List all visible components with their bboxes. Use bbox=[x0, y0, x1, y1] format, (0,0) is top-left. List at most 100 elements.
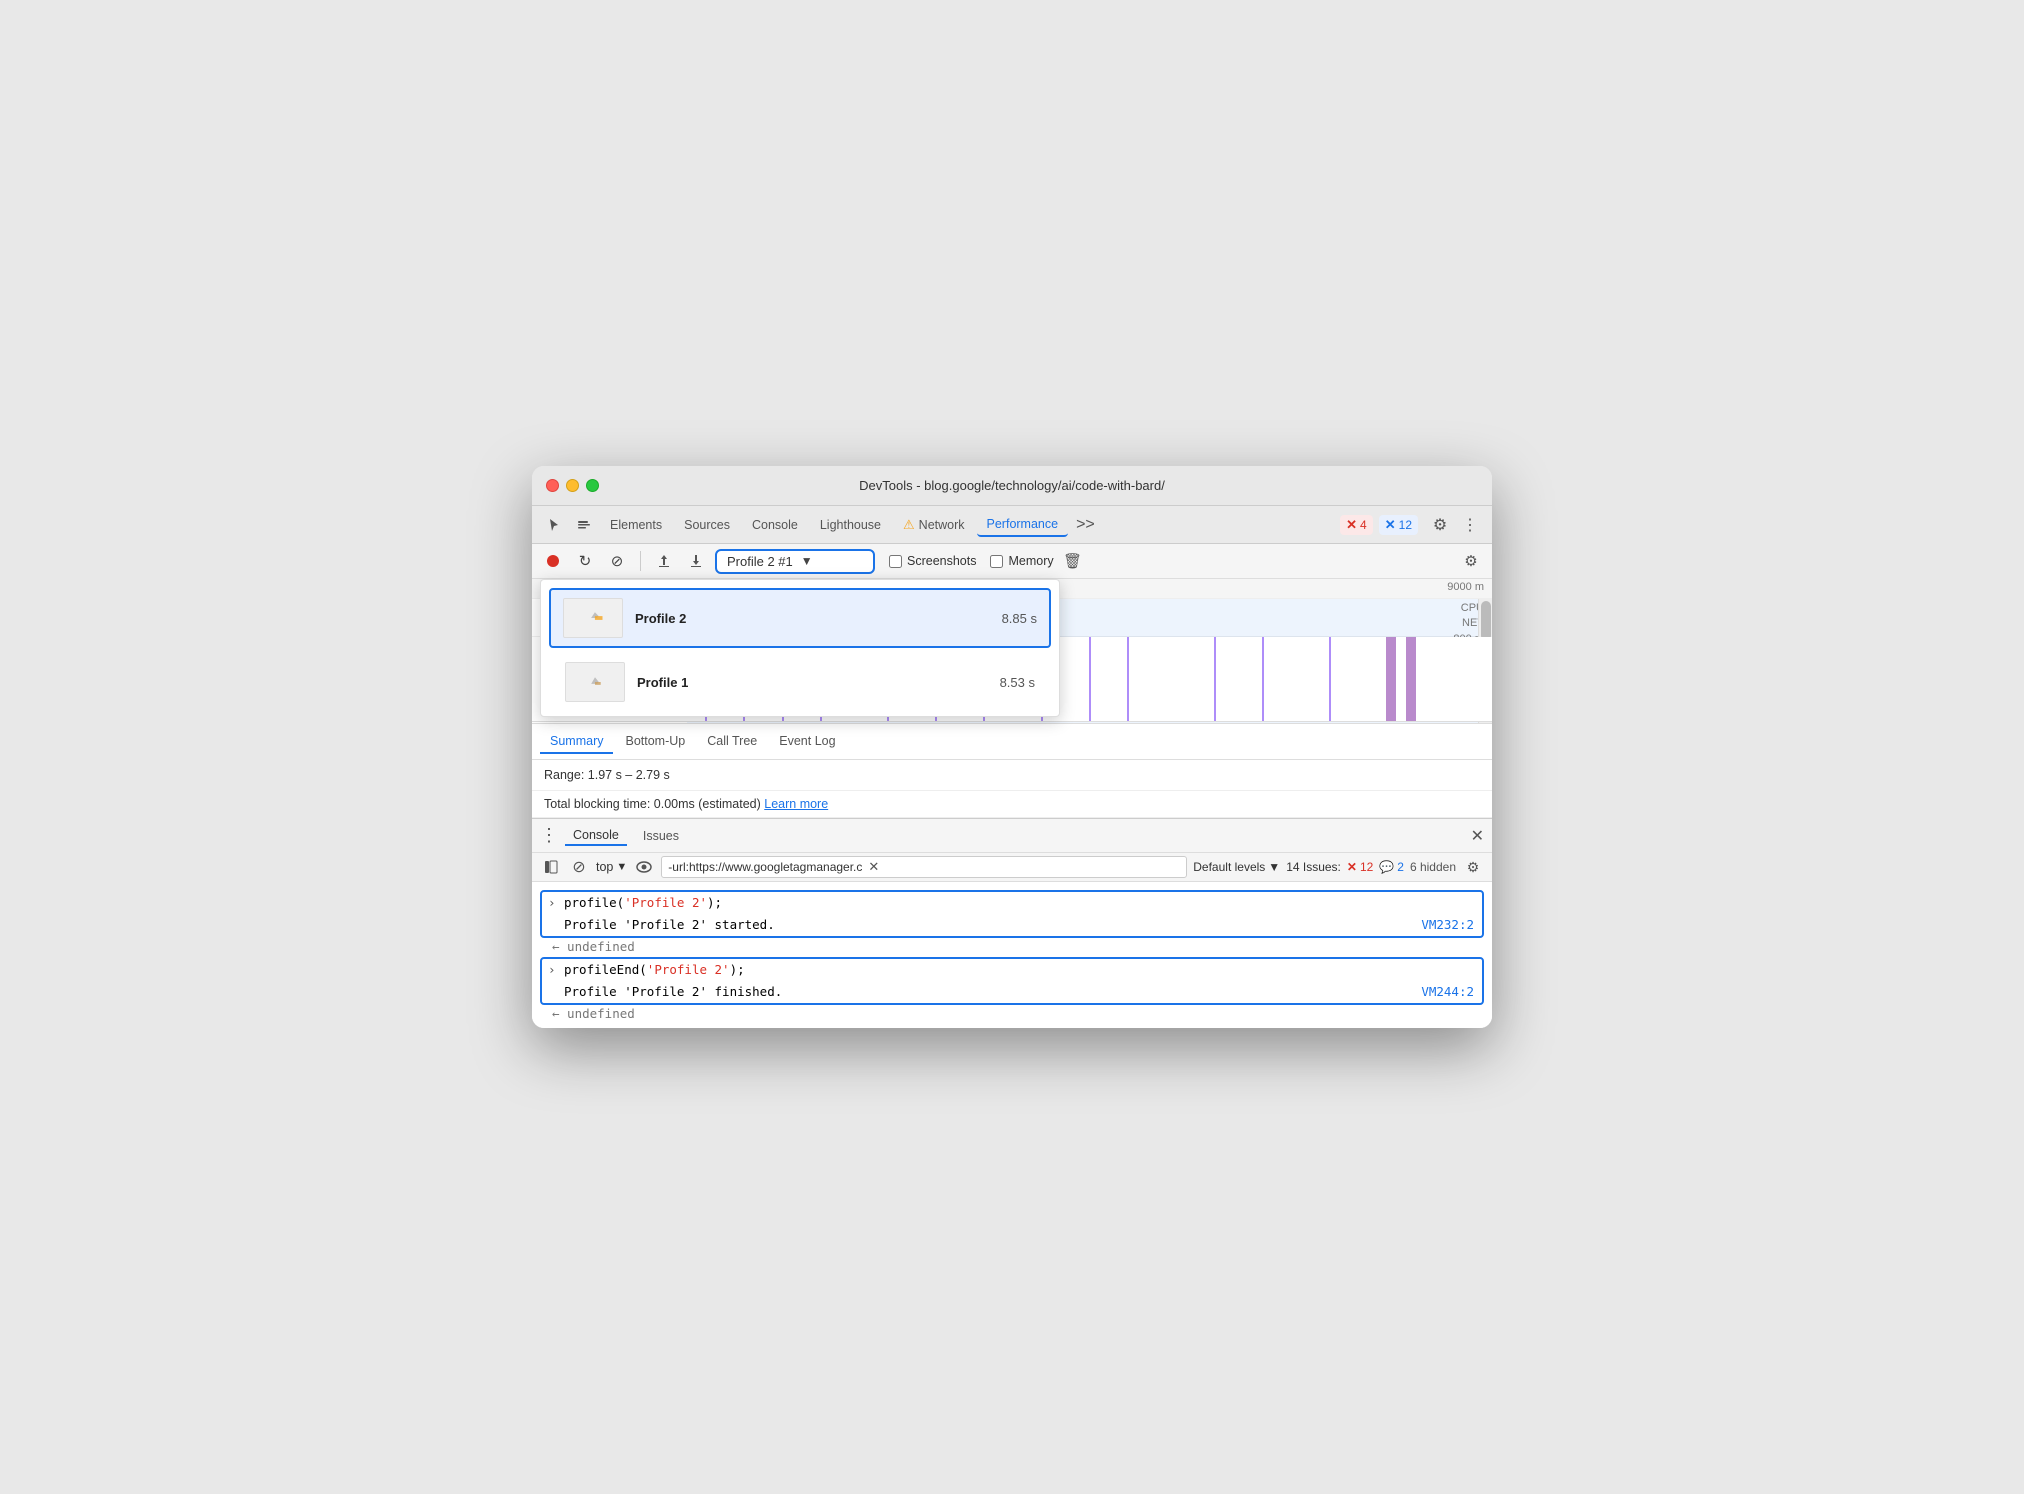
performance-toolbar-area: ↻ ⊘ Profile 2 #1 ▼ bbox=[532, 544, 1492, 579]
hidden-count: 6 hidden bbox=[1410, 860, 1456, 874]
vm244-link[interactable]: VM244:2 bbox=[1421, 982, 1474, 1002]
issues-count: 14 Issues: ✕ 12 💬 2 6 hidden bbox=[1286, 860, 1456, 874]
profile-dropdown[interactable]: Profile 2 #1 ▼ bbox=[715, 549, 875, 574]
more-options-icon[interactable]: ⋮ bbox=[1456, 511, 1484, 539]
blocking-time: Total blocking time: 0.00ms (estimated) … bbox=[532, 791, 1492, 818]
tab-lighthouse[interactable]: Lighthouse bbox=[810, 514, 891, 536]
range-info: Range: 1.97 s – 2.79 s bbox=[532, 760, 1492, 791]
record-button[interactable] bbox=[540, 548, 566, 574]
error-badge-red[interactable]: ✕ 4 bbox=[1340, 515, 1373, 535]
profile2-string-2: 'Profile 2' bbox=[647, 962, 730, 977]
console-line-1: › profile('Profile 2'); bbox=[542, 892, 1482, 914]
console-highlighted-block-2: › profileEnd('Profile 2'); Profile 'Prof… bbox=[540, 957, 1484, 1005]
console-clear-icon[interactable]: ⊘ bbox=[568, 856, 590, 878]
profile-option-1[interactable]: Profile 1 8.53 s bbox=[541, 652, 1059, 712]
bottom-up-tab[interactable]: Bottom-Up bbox=[615, 730, 695, 754]
summary-tab[interactable]: Summary bbox=[540, 730, 613, 754]
scrollbar-thumb[interactable] bbox=[1481, 601, 1491, 641]
console-undefined-1: ← undefined bbox=[532, 938, 1492, 955]
profile-1-name: Profile 1 bbox=[637, 675, 688, 690]
bottom-section: Summary Bottom-Up Call Tree Event Log Ra… bbox=[532, 724, 1492, 818]
error-icon-blue: ✕ bbox=[1385, 517, 1396, 533]
context-select[interactable]: top ▼ bbox=[596, 860, 627, 874]
profile-1-time: 8.53 s bbox=[1000, 675, 1035, 690]
error-icon-red: ✕ bbox=[1346, 517, 1357, 533]
issues-label: 14 Issues: bbox=[1286, 860, 1341, 874]
issues-blue-count: 💬 2 bbox=[1379, 860, 1404, 874]
download-button[interactable] bbox=[683, 548, 709, 574]
event-log-tab[interactable]: Event Log bbox=[769, 730, 845, 754]
ruler-right-label: 9000 m bbox=[1447, 581, 1484, 593]
eye-icon[interactable] bbox=[633, 856, 655, 878]
profile-2-name: Profile 2 bbox=[635, 611, 686, 626]
console-tab[interactable]: Console bbox=[565, 826, 627, 846]
minimize-button[interactable] bbox=[566, 479, 579, 492]
profile-2-info: Profile 2 8.85 s bbox=[635, 611, 1037, 626]
filter-input[interactable]: -url:https://www.googletagmanager.c ✕ bbox=[661, 856, 1187, 878]
tab-performance[interactable]: Performance bbox=[977, 513, 1069, 537]
tab-elements[interactable]: Elements bbox=[600, 514, 672, 536]
console-undefined-2: ← undefined bbox=[532, 1005, 1492, 1022]
profile-1-thumbnail bbox=[565, 662, 625, 702]
window-title: DevTools - blog.google/technology/ai/cod… bbox=[859, 478, 1165, 493]
inspect-element-icon[interactable] bbox=[570, 511, 598, 539]
tab-network[interactable]: ⚠ Network bbox=[893, 513, 975, 537]
console-content: › profile('Profile 2'); Profile 'Profile… bbox=[532, 882, 1492, 1028]
capture-settings-button[interactable]: ⚙ bbox=[1458, 548, 1484, 574]
traffic-lights bbox=[546, 479, 599, 492]
memory-checkbox[interactable]: Memory bbox=[990, 554, 1053, 568]
delete-profiles-button[interactable]: 🗑 bbox=[1060, 548, 1086, 574]
console-line-3: › profileEnd('Profile 2'); bbox=[542, 959, 1482, 981]
stop-button[interactable]: ⊘ bbox=[604, 548, 630, 574]
levels-dropdown[interactable]: Default levels ▼ bbox=[1193, 860, 1280, 874]
devtools-window: DevTools - blog.google/technology/ai/cod… bbox=[532, 466, 1492, 1028]
issues-red-count: ✕ 12 bbox=[1347, 860, 1373, 874]
arrow-icon-1: › bbox=[548, 893, 556, 913]
screenshots-checkbox-input[interactable] bbox=[889, 555, 902, 568]
close-button[interactable] bbox=[546, 479, 559, 492]
checkbox-group: Screenshots Memory bbox=[889, 554, 1054, 568]
devtools-tab-bar: Elements Sources Console Lighthouse ⚠ Ne… bbox=[532, 506, 1492, 544]
dropdown-arrow-icon: ▼ bbox=[801, 554, 813, 568]
performance-toolbar: ↻ ⊘ Profile 2 #1 ▼ bbox=[532, 544, 1492, 579]
console-line-2: Profile 'Profile 2' started. VM232:2 bbox=[542, 914, 1482, 936]
levels-arrow-icon: ▼ bbox=[1268, 860, 1280, 874]
memory-checkbox-input[interactable] bbox=[990, 555, 1003, 568]
arrow-icon-2: › bbox=[548, 960, 556, 980]
issues-tab[interactable]: Issues bbox=[635, 827, 687, 845]
tab-console[interactable]: Console bbox=[742, 514, 808, 536]
profile-1-info: Profile 1 8.53 s bbox=[637, 675, 1035, 690]
levels-label: Default levels bbox=[1193, 860, 1265, 874]
issues-red-x-icon: ✕ bbox=[1347, 860, 1357, 874]
console-settings-icon[interactable]: ⚙ bbox=[1462, 856, 1484, 878]
maximize-button[interactable] bbox=[586, 479, 599, 492]
settings-gear-icon[interactable]: ⚙ bbox=[1426, 511, 1454, 539]
call-tree-tab[interactable]: Call Tree bbox=[697, 730, 767, 754]
upload-button[interactable] bbox=[651, 548, 677, 574]
tab-sources[interactable]: Sources bbox=[674, 514, 740, 536]
profile2-string-1: 'Profile 2' bbox=[624, 895, 707, 910]
profile-popup: Profile 2 8.85 s Profile 1 bbox=[540, 579, 1060, 717]
cursor-icon[interactable] bbox=[540, 511, 568, 539]
profile-2-time: 8.85 s bbox=[1002, 611, 1037, 626]
more-tabs-button[interactable]: >> bbox=[1070, 512, 1101, 538]
filter-value: -url:https://www.googletagmanager.c bbox=[668, 860, 862, 874]
console-sidebar-icon[interactable] bbox=[540, 856, 562, 878]
learn-more-link[interactable]: Learn more bbox=[764, 797, 828, 811]
error-badge-blue[interactable]: ✕ 12 bbox=[1379, 515, 1418, 535]
profile-option-2[interactable]: Profile 2 8.85 s bbox=[549, 588, 1051, 648]
context-label: top bbox=[596, 860, 613, 874]
screenshots-checkbox[interactable]: Screenshots bbox=[889, 554, 976, 568]
filter-clear-icon[interactable]: ✕ bbox=[868, 859, 879, 875]
title-bar: DevTools - blog.google/technology/ai/cod… bbox=[532, 466, 1492, 506]
console-close-button[interactable]: ✕ bbox=[1471, 826, 1484, 846]
summary-tab-bar: Summary Bottom-Up Call Tree Event Log bbox=[532, 724, 1492, 760]
console-line-4: Profile 'Profile 2' finished. VM244:2 bbox=[542, 981, 1482, 1003]
network-warning-icon: ⚠ bbox=[903, 517, 915, 533]
toolbar-separator-1 bbox=[640, 551, 641, 571]
reload-button[interactable]: ↻ bbox=[572, 548, 598, 574]
vm232-link[interactable]: VM232:2 bbox=[1421, 915, 1474, 935]
context-arrow-icon: ▼ bbox=[616, 861, 627, 873]
blocking-time-label: Total blocking time: 0.00ms (estimated) bbox=[544, 797, 761, 811]
console-menu-icon[interactable]: ⋮ bbox=[540, 825, 557, 846]
